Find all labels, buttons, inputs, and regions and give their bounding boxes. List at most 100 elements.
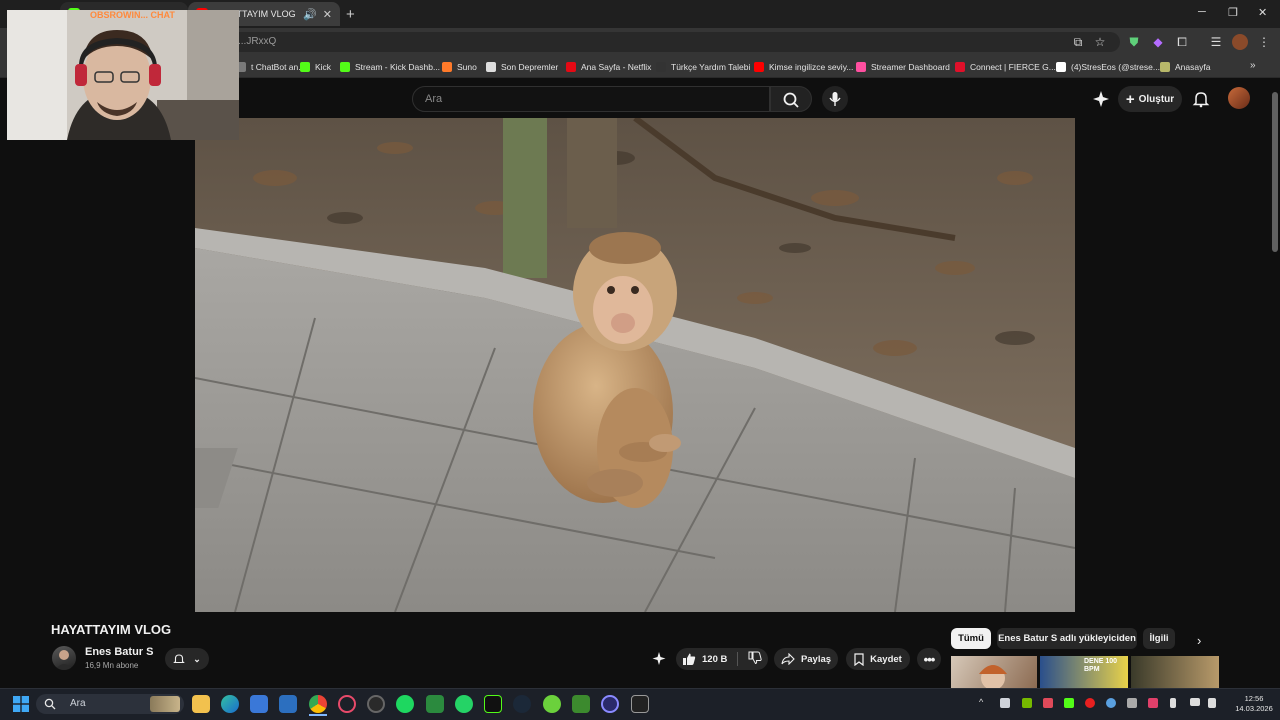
opera-gx-icon[interactable] (338, 695, 356, 713)
bookmark-star-icon[interactable]: ☆ (1092, 34, 1108, 50)
search-button[interactable] (770, 86, 812, 112)
bookmark-item[interactable]: Son Depremler (486, 60, 558, 74)
chips-next-icon[interactable]: › (1197, 633, 1201, 648)
bookmark-item[interactable]: Kimse ingilizce seviy... (754, 60, 853, 74)
share-button[interactable]: Paylaş (774, 648, 838, 670)
recommended-thumbnail[interactable] (1131, 656, 1219, 688)
spotify-icon[interactable] (396, 695, 414, 713)
bookmark-item[interactable]: Stream - Kick Dashb... (340, 60, 440, 74)
bookmark-label: Kimse ingilizce seviy... (769, 62, 854, 72)
account-avatar[interactable] (1228, 87, 1250, 109)
more-dots-icon: ••• (923, 651, 936, 667)
chrome-icon[interactable] (309, 695, 327, 713)
file-explorer-icon[interactable] (192, 695, 210, 713)
notifications-bell-icon[interactable] (1192, 90, 1210, 108)
bookmark-label: t ChatBot an... (251, 62, 306, 72)
tray-app-icon[interactable] (1000, 698, 1010, 708)
bookmark-item[interactable]: Anasayfa (1160, 60, 1210, 74)
bookmark-item[interactable]: Kick (300, 60, 331, 74)
bookmark-favicon-icon (566, 62, 576, 72)
streamlabs-icon[interactable] (484, 695, 502, 713)
microsoft-store-icon[interactable] (250, 695, 268, 713)
chip-related[interactable]: İlgili (1143, 628, 1175, 649)
scrollbar-thumb[interactable] (1272, 92, 1278, 252)
duolingo-icon[interactable] (543, 695, 561, 713)
subscription-bell-button[interactable]: ⌄ (165, 648, 209, 670)
gemini-sparkle-icon[interactable] (1092, 90, 1110, 108)
bookmark-favicon-icon (340, 62, 350, 72)
taskbar-search-placeholder: Ara (70, 698, 86, 709)
search-highlight-icon[interactable] (150, 696, 180, 712)
ask-sparkle-icon[interactable] (650, 651, 668, 667)
bookmark-label: Son Depremler (501, 62, 559, 72)
reading-list-icon[interactable]: ☰ (1208, 34, 1224, 50)
tray-network-icon[interactable] (1190, 698, 1200, 706)
obs-studio-icon[interactable] (367, 695, 385, 713)
tray-volume-icon[interactable] (1208, 698, 1216, 708)
tray-steam-icon[interactable] (1106, 698, 1116, 708)
channel-avatar[interactable] (52, 646, 76, 670)
app-circle-icon[interactable] (601, 695, 619, 713)
bookmark-item[interactable]: Connect | FIERCE G... (955, 60, 1056, 74)
bookmark-favicon-icon (955, 62, 965, 72)
bookmark-item[interactable]: Ana Sayfa - Netflix (566, 60, 651, 74)
close-tab-icon[interactable]: ✕ (323, 8, 332, 21)
more-actions-button[interactable]: ••• (917, 648, 941, 670)
share-arrow-icon (781, 653, 795, 665)
outlook-icon[interactable] (279, 695, 297, 713)
create-button[interactable]: + Oluştur (1118, 86, 1182, 112)
steam-icon[interactable] (513, 695, 531, 713)
bookmark-label: Anasayfa (1175, 62, 1211, 72)
menu-kebab-icon[interactable]: ⋮ (1256, 34, 1272, 50)
more-bookmarks-icon[interactable]: » (1250, 60, 1256, 71)
bookmark-item[interactable]: t ChatBot an... (236, 60, 305, 74)
address-bar[interactable]: ...JRxxQ (220, 32, 1120, 52)
video-title: HAYATTAYIM VLOG (51, 622, 172, 637)
taskbar-clock[interactable]: 12:56 14.03.2026 (1232, 694, 1276, 714)
restore-icon[interactable]: ❐ (1228, 6, 1238, 19)
bookmark-favicon-icon (300, 62, 310, 72)
nvidia-app-icon[interactable] (426, 695, 444, 713)
search-input[interactable]: Ara (412, 86, 770, 112)
edge-browser-icon[interactable] (221, 695, 239, 713)
bookmark-icon (854, 652, 864, 666)
dislike-button[interactable] (748, 651, 763, 668)
bookmark-item[interactable]: Streamer Dashboard (856, 60, 950, 74)
bookmark-label: Streamer Dashboard (871, 62, 950, 72)
tray-overflow-icon[interactable]: ^ (979, 697, 983, 707)
chip-from-uploader[interactable]: Enes Batur S adlı yükleyiciden (997, 628, 1137, 649)
save-button[interactable]: Kaydet (846, 648, 910, 670)
close-window-icon[interactable]: ✕ (1258, 6, 1267, 19)
tray-vpn-icon[interactable] (1043, 698, 1053, 708)
save-label: Kaydet (870, 653, 902, 665)
profile-avatar-icon[interactable] (1232, 34, 1248, 50)
epic-games-icon[interactable] (631, 695, 649, 713)
like-button[interactable]: 120 B (682, 652, 727, 666)
minimize-icon[interactable]: ─ (1198, 6, 1206, 18)
voice-search-button[interactable] (822, 86, 848, 112)
windows-start-icon[interactable] (13, 696, 29, 712)
new-tab-button[interactable]: + (346, 6, 355, 23)
tray-discord-icon[interactable] (1127, 698, 1137, 708)
tray-mic-icon[interactable] (1170, 698, 1176, 708)
minecraft-icon[interactable] (572, 695, 590, 713)
tray-nvidia-icon[interactable] (1022, 698, 1032, 708)
tray-cam-icon[interactable] (1148, 698, 1158, 708)
tray-streamlabs-icon[interactable] (1064, 698, 1074, 708)
bookmark-item[interactable]: Türkçe Yardım Talebi (656, 60, 750, 74)
recommended-thumbnail[interactable]: DENE 100 BPM (1040, 656, 1128, 688)
channel-name[interactable]: Enes Batur S (85, 646, 153, 658)
whatsapp-icon[interactable] (455, 695, 473, 713)
extension-twitch-icon[interactable]: ◆ (1150, 34, 1166, 50)
chip-all[interactable]: Tümü (951, 628, 991, 649)
thumbnail-image (979, 665, 1007, 688)
extensions-puzzle-icon[interactable]: ⧠ (1174, 34, 1190, 50)
install-app-icon[interactable]: ⧉ (1070, 34, 1086, 50)
recommended-thumbnail[interactable] (951, 656, 1037, 688)
video-player[interactable] (195, 118, 1075, 612)
bookmark-item[interactable]: Suno (442, 60, 477, 74)
bookmark-item[interactable]: (4)StresEos (@strese... (1056, 60, 1160, 74)
extension-shield-icon[interactable]: ⛊ (1126, 34, 1142, 50)
tray-record-icon[interactable] (1085, 698, 1095, 708)
like-count: 120 B (702, 653, 728, 665)
